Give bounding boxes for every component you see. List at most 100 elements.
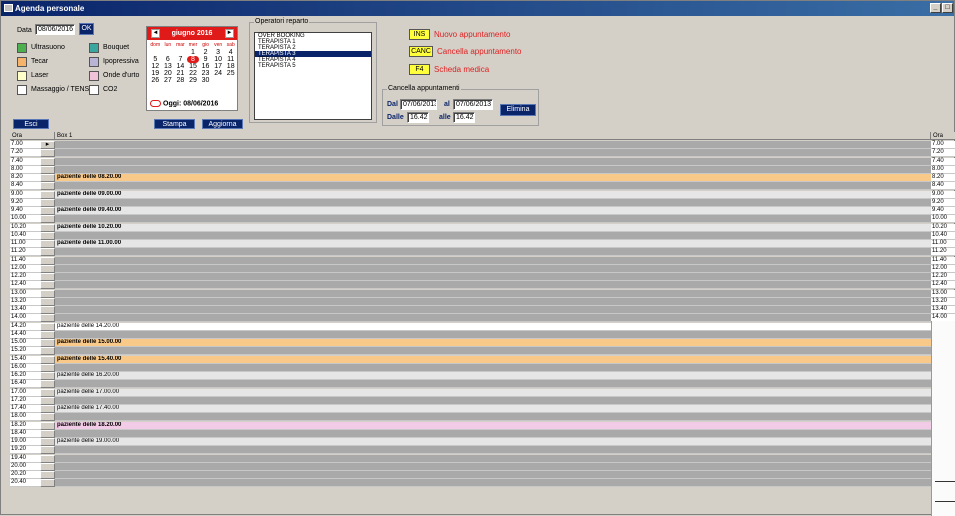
row-selector[interactable] (40, 454, 55, 463)
calendar-day[interactable]: 9 (199, 56, 212, 63)
agenda-row[interactable]: 11.00 paziente delle 11.00.00 11.00 (10, 240, 955, 248)
operators-list[interactable]: OVER BOOKING TERAPISTA 1 TERAPISTA 2 TERAPI… (254, 32, 372, 120)
appointment-cell[interactable] (55, 198, 931, 207)
agenda-row[interactable]: 9.20 9.20 (10, 198, 955, 207)
appointment-cell[interactable] (55, 413, 931, 422)
appointment-cell[interactable]: paziente delle 14.20.00 (55, 322, 931, 331)
row-selector[interactable] (40, 314, 55, 323)
agenda-row[interactable]: 20.0020.00 (10, 462, 955, 471)
row-selector[interactable] (40, 446, 55, 455)
agenda-row[interactable]: 14.00 14.00 (10, 314, 955, 323)
calendar-day[interactable]: 19 (149, 70, 162, 77)
row-selector[interactable] (40, 157, 55, 166)
minimize-button[interactable]: _ (930, 3, 941, 13)
appointment-cell[interactable] (55, 264, 931, 273)
calendar-day[interactable]: 10 (212, 56, 225, 63)
row-selector[interactable] (40, 363, 55, 372)
row-selector[interactable] (40, 372, 55, 380)
appointment-cell[interactable] (55, 446, 931, 455)
agenda-row[interactable]: 19.00paziente delle 19.00.0019.00 (10, 438, 955, 446)
agenda-row[interactable]: 17.2017.20 (10, 396, 955, 405)
appointment-cell[interactable]: paziente delle 17.40.00 (55, 405, 931, 413)
appointment-cell[interactable] (55, 380, 931, 389)
calendar-day[interactable]: 11 (224, 56, 237, 63)
appointment-cell[interactable] (55, 215, 931, 224)
agenda-row[interactable]: 16.4016.40 (10, 380, 955, 389)
row-selector[interactable] (40, 471, 55, 479)
row-selector[interactable] (40, 182, 55, 191)
calendar-day[interactable]: 22 (187, 70, 200, 77)
calendar-day[interactable]: 21 (174, 70, 187, 77)
row-selector[interactable] (40, 281, 55, 290)
row-selector[interactable] (40, 198, 55, 207)
appointment-cell[interactable]: paziente delle 09.00.00 (55, 190, 931, 199)
calendar-day[interactable]: 5 (149, 56, 162, 63)
row-selector[interactable] (40, 306, 55, 314)
calendar-today[interactable]: Oggi: 08/06/2016 (150, 100, 218, 107)
appointment-cell[interactable] (55, 330, 931, 339)
agenda-row[interactable]: 8.20 paziente delle 08.20.00 8.20 (10, 174, 955, 182)
agenda-row[interactable]: 11.20 11.20 (10, 248, 955, 257)
calendar-day[interactable]: 2 (199, 49, 212, 56)
agenda-row[interactable]: 19.4019.40 (10, 454, 955, 463)
appointment-cell[interactable] (55, 231, 931, 240)
appointment-cell[interactable] (55, 281, 931, 290)
calendar-day[interactable]: 14 (174, 63, 187, 70)
agenda-row[interactable]: 10.20 paziente delle 10.20.00 10.20 (10, 223, 955, 232)
appointment-cell[interactable] (55, 363, 931, 372)
calendar-day[interactable]: 30 (199, 77, 212, 84)
appointment-cell[interactable]: paziente delle 15.00.00 (55, 339, 931, 347)
appointment-cell[interactable] (55, 289, 931, 298)
agenda-row[interactable]: 14.20paziente delle 14.20.0014.20 (10, 322, 955, 331)
agenda-row[interactable]: 18.0018.00 (10, 413, 955, 422)
appointment-cell[interactable] (55, 182, 931, 191)
agenda-row[interactable]: 7.00 ▸ 7.00 (10, 141, 955, 149)
refresh-button[interactable]: Aggiorna (202, 119, 243, 129)
appointment-cell[interactable] (55, 462, 931, 471)
row-selector[interactable] (40, 462, 55, 471)
agenda-row[interactable]: 8.40 8.40 (10, 182, 955, 191)
row-selector[interactable] (40, 396, 55, 405)
appointment-cell[interactable]: paziente delle 15.40.00 (55, 355, 931, 364)
row-selector[interactable] (40, 165, 55, 174)
appointment-cell[interactable]: paziente delle 08.20.00 (55, 174, 931, 182)
calendar-day[interactable]: 25 (224, 70, 237, 77)
al-date-field[interactable]: 07/06/2013 (453, 99, 493, 110)
agenda-row[interactable]: 12.20 12.20 (10, 273, 955, 281)
appointment-cell[interactable]: paziente delle 19.00.00 (55, 438, 931, 446)
appointment-cell[interactable] (55, 471, 931, 479)
row-selector[interactable] (40, 339, 55, 347)
appointment-cell[interactable] (55, 479, 931, 488)
calendar-day[interactable]: 16 (199, 63, 212, 70)
row-selector[interactable] (40, 149, 55, 158)
agenda-row[interactable]: 18.4018.40 (10, 429, 955, 438)
ok-button[interactable]: OK (79, 23, 94, 35)
agenda-row[interactable]: 10.40 10.40 (10, 231, 955, 240)
appointment-cell[interactable] (55, 256, 931, 265)
row-selector[interactable] (40, 347, 55, 356)
agenda-row[interactable]: 9.00 paziente delle 09.00.00 9.00 (10, 190, 955, 199)
row-selector[interactable] (40, 240, 55, 248)
appointment-cell[interactable]: paziente delle 10.20.00 (55, 223, 931, 232)
agenda-row[interactable]: 12.00 12.00 (10, 264, 955, 273)
calendar-day[interactable]: 27 (162, 77, 175, 84)
row-selector[interactable] (40, 438, 55, 446)
row-selector[interactable] (40, 380, 55, 389)
operator-item[interactable]: TERAPISTA 5 (255, 63, 371, 69)
appointment-cell[interactable] (55, 306, 931, 314)
agenda-row[interactable]: 14.4014.40 (10, 330, 955, 339)
print-button[interactable]: Stampa (154, 119, 195, 129)
row-selector[interactable] (40, 330, 55, 339)
agenda-row[interactable]: 11.40 11.40 (10, 256, 955, 265)
appointment-cell[interactable] (55, 429, 931, 438)
calendar-day[interactable]: 24 (212, 70, 225, 77)
calendar-day[interactable]: 4 (224, 49, 237, 56)
row-selector[interactable] (40, 413, 55, 422)
agenda-row[interactable]: 10.00 10.00 (10, 215, 955, 224)
agenda-row[interactable]: 19.2019.20 (10, 446, 955, 455)
appointment-cell[interactable]: paziente delle 17.00.00 (55, 388, 931, 397)
agenda-row[interactable]: 15.40paziente delle 15.40.0015.40 (10, 355, 955, 364)
appointment-cell[interactable] (55, 141, 931, 149)
calendar-day[interactable]: 20 (162, 70, 175, 77)
date-field[interactable]: 08/06/2016 (35, 24, 75, 35)
